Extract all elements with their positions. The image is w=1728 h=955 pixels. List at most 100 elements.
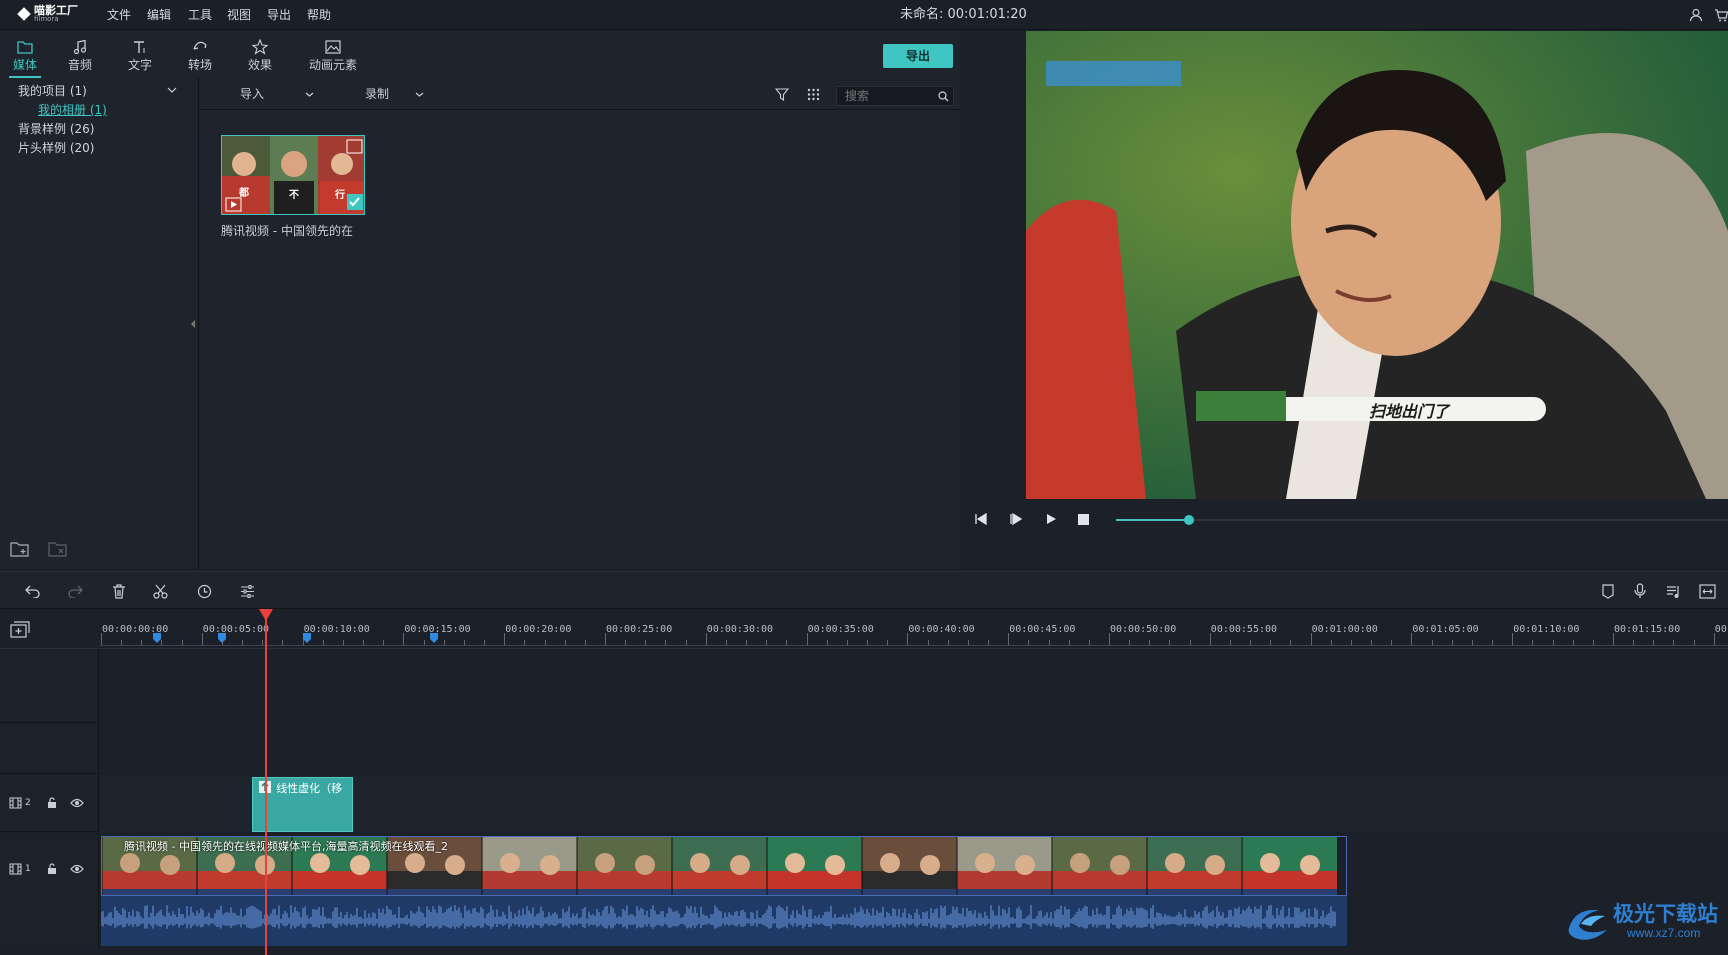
video-caption: 扫地出门了 — [1369, 402, 1450, 421]
filmstrip-frame — [576, 837, 672, 895]
play-icon[interactable] — [1045, 513, 1057, 525]
record-button[interactable]: 录制 — [365, 86, 389, 102]
search-box[interactable] — [836, 86, 954, 106]
tab-elements-label: 动画元素 — [308, 58, 357, 72]
filmstrip-frame — [1146, 837, 1242, 895]
playback-controls — [961, 499, 1728, 569]
delete-icon[interactable] — [112, 584, 126, 599]
prev-frame-icon[interactable] — [974, 513, 988, 525]
visibility-eye-icon[interactable] — [70, 798, 84, 808]
tab-transition[interactable]: 转场 — [175, 31, 225, 78]
tree-my-project[interactable]: 我的项目 (1) — [18, 82, 87, 100]
visibility-eye-icon[interactable] — [70, 864, 84, 874]
tab-audio[interactable]: 音频 — [55, 31, 105, 78]
import-button[interactable]: 导入 — [240, 86, 264, 102]
menu-edit[interactable]: 编辑 — [147, 0, 171, 30]
speed-icon[interactable] — [197, 584, 212, 599]
fit-timeline-icon[interactable] — [1699, 584, 1716, 599]
tree-background-samples[interactable]: 背景样例 (26) — [18, 120, 94, 138]
adjust-icon[interactable] — [240, 584, 255, 599]
video-clip[interactable]: 腾讯视频 - 中国领先的在线视频媒体平台,海量高清视频在线观看_2 — [101, 836, 1347, 896]
media-toolbar: 导入 录制 — [200, 78, 960, 110]
audio-mixer-icon[interactable] — [1666, 584, 1681, 599]
export-button[interactable]: 导出 — [883, 44, 953, 68]
text-icon — [134, 41, 145, 53]
watermark: 极光下载站 www.xz7.com — [1565, 896, 1725, 952]
ruler-time-label: 00:00:05:00 — [202, 624, 270, 635]
tab-effects[interactable]: 效果 — [235, 31, 285, 78]
lock-icon[interactable] — [47, 797, 57, 809]
split-icon[interactable] — [153, 584, 168, 599]
play-frame-icon[interactable] — [1009, 513, 1023, 525]
ruler-time-label: 00:00:35:00 — [807, 624, 874, 635]
redo-icon[interactable] — [67, 584, 83, 598]
menu-tools[interactable]: 工具 — [188, 0, 212, 30]
watermark-logo-icon — [1568, 909, 1607, 940]
ruler-time-label: 00:01:15:00 — [1614, 624, 1681, 635]
timeline-marker[interactable] — [217, 633, 226, 643]
logo-subtext: filmora — [34, 15, 59, 23]
image-icon — [325, 40, 341, 54]
empty-track-header — [0, 649, 99, 723]
tab-effects-label: 效果 — [247, 58, 272, 72]
delete-folder-icon[interactable] — [48, 540, 68, 558]
menu-view[interactable]: 视图 — [227, 0, 251, 30]
ruler-time-label: 00:00:25:00 — [606, 624, 673, 635]
folder-icon — [17, 41, 33, 54]
tree-my-album[interactable]: 我的相册 (1) — [38, 101, 107, 119]
project-title: 未命名: 00:01:01:20 — [900, 7, 1027, 22]
track-video-icon — [9, 797, 22, 809]
filmstrip-frame — [481, 837, 577, 895]
timeline-marker[interactable] — [153, 633, 162, 643]
ruler-time-label: 00:00:55:00 — [1210, 624, 1278, 635]
grid-view-icon[interactable] — [807, 88, 820, 101]
cart-icon[interactable] — [1714, 8, 1728, 22]
filter-icon[interactable] — [775, 88, 789, 101]
chevron-down-icon[interactable] — [167, 87, 177, 93]
ruler-time-label: 00:01: — [1714, 624, 1728, 635]
filmstrip-frame — [956, 837, 1052, 895]
playhead[interactable] — [259, 609, 274, 955]
import-dropdown-icon[interactable] — [305, 92, 314, 97]
watermark-title: 极光下载站 — [1613, 902, 1718, 926]
add-track-icon[interactable] — [10, 621, 30, 638]
collapse-panel-icon[interactable] — [191, 320, 196, 328]
tab-elements[interactable]: 动画元素 — [298, 31, 368, 78]
track-2-number: 2 — [25, 798, 31, 808]
media-item-name: 腾讯视频 - 中国领先的在 — [221, 224, 353, 238]
timeline-marker[interactable] — [302, 633, 311, 643]
account-icon[interactable] — [1689, 8, 1703, 22]
search-input[interactable] — [837, 87, 927, 105]
effect-clip[interactable]: 线性虚化（移 — [252, 777, 353, 832]
menu-file[interactable]: 文件 — [107, 0, 131, 30]
music-note-icon — [73, 39, 87, 55]
menu-export[interactable]: 导出 — [267, 0, 291, 30]
preview-panel: 扫地出门了 — [961, 30, 1728, 569]
microphone-icon[interactable] — [1634, 583, 1646, 599]
thumb-caption-1: 都 — [239, 188, 249, 199]
marker-icon[interactable] — [1602, 584, 1614, 599]
thumb-caption-3: 行 — [335, 190, 345, 201]
new-folder-icon[interactable] — [10, 540, 30, 558]
tab-text[interactable]: 文字 — [115, 31, 165, 78]
stop-icon[interactable] — [1078, 514, 1089, 525]
watermark-url: www.xz7.com — [1627, 926, 1701, 940]
menu-bar: 喵影工厂 filmora 文件 编辑 工具 视图 导出 帮助 未命名: 00:0… — [0, 0, 1728, 30]
timeline-marker[interactable] — [429, 633, 438, 643]
track-1-header: 1 — [0, 833, 99, 949]
media-thumbnail[interactable]: 都 不 行 — [221, 135, 365, 215]
playback-progress[interactable] — [1116, 515, 1728, 525]
track-1-number: 1 — [25, 864, 31, 874]
record-dropdown-icon[interactable] — [415, 92, 424, 97]
menu-help[interactable]: 帮助 — [307, 0, 331, 30]
video-preview[interactable]: 扫地出门了 — [1026, 31, 1728, 499]
search-icon[interactable] — [938, 91, 949, 102]
lock-icon[interactable] — [47, 863, 57, 875]
audio-waveform[interactable] — [101, 896, 1347, 946]
ruler-time-label: 00:00:50:00 — [1110, 624, 1177, 635]
tab-media[interactable]: 媒体 — [0, 31, 50, 78]
transition-icon — [193, 41, 207, 50]
progress-knob[interactable] — [1184, 515, 1195, 525]
tree-intro-samples[interactable]: 片头样例 (20) — [18, 139, 94, 157]
undo-icon[interactable] — [25, 584, 41, 598]
